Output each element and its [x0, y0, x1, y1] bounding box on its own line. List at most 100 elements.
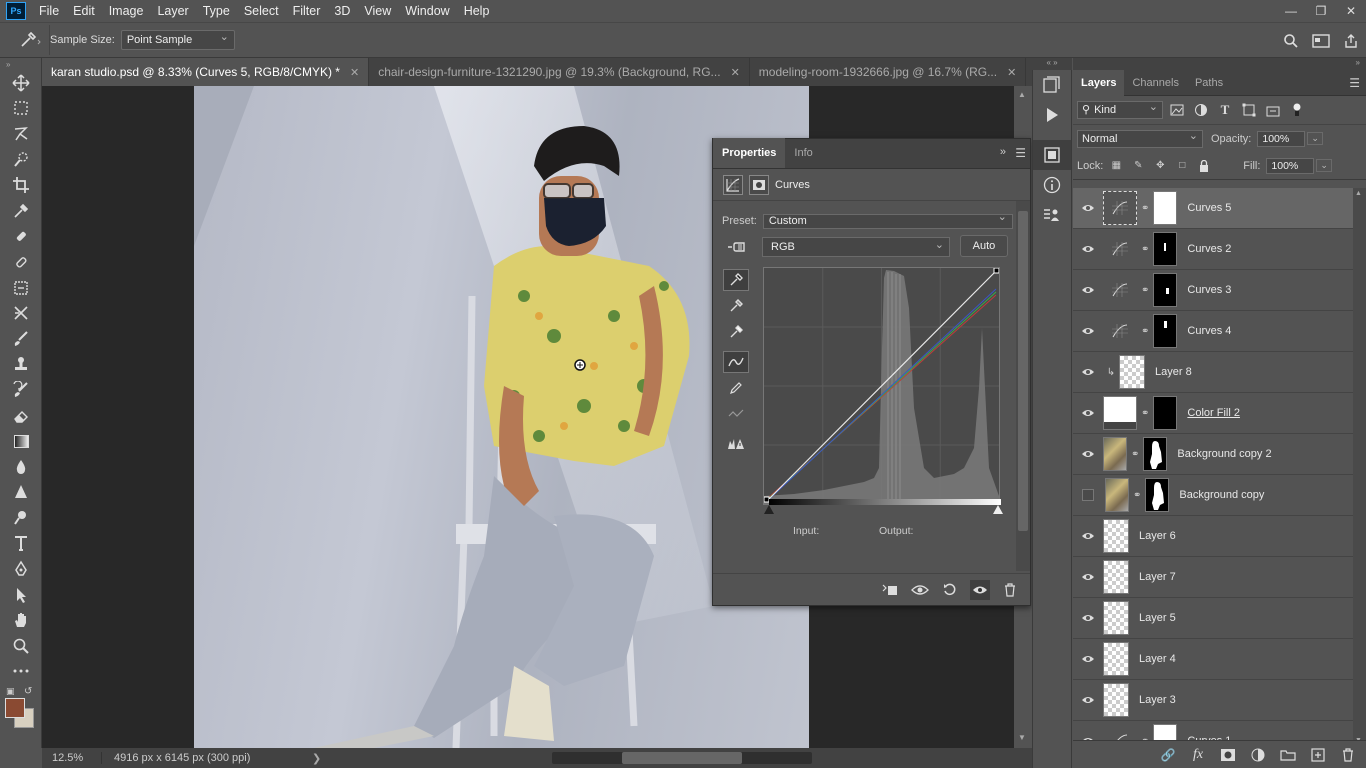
sample-white-point-icon[interactable] [723, 321, 749, 343]
menu-type[interactable]: Type [196, 0, 237, 22]
filter-type-icon[interactable]: T [1215, 100, 1235, 120]
layer-name[interactable]: Background copy 2 [1177, 448, 1271, 460]
status-menu-icon[interactable]: ❯ [312, 752, 321, 765]
actions-panel-icon[interactable] [1033, 100, 1071, 130]
layer-thumbnail[interactable] [1103, 560, 1129, 594]
link-icon[interactable]: ⚭ [1141, 408, 1149, 419]
layer-filter-kind-select[interactable]: ⚲ Kind [1077, 99, 1163, 119]
layer-name[interactable]: Color Fill 2 [1187, 407, 1240, 419]
menu-image[interactable]: Image [102, 0, 151, 22]
filter-adjustment-icon[interactable] [1191, 100, 1211, 120]
layer-mask-thumbnail[interactable] [1153, 191, 1178, 225]
layer-row-layer-3[interactable]: Layer 3 [1073, 680, 1353, 721]
close-icon[interactable]: ✕ [350, 66, 359, 79]
blend-mode-select[interactable]: Normal [1077, 128, 1203, 148]
new-adjustment-layer-icon[interactable] [1248, 745, 1268, 765]
layer-thumbnail[interactable] [1103, 601, 1129, 635]
doc-tab-modeling-room[interactable]: modeling-room-1932666.jpg @ 16.7% (RG...… [749, 58, 1027, 86]
panel-menu-icon[interactable]: ☰ [1349, 76, 1360, 90]
layer-row-curves-4[interactable]: ⚭ Curves 4 [1073, 311, 1353, 352]
restore-button[interactable]: ❐ [1306, 0, 1336, 22]
fill-field[interactable]: 100% [1266, 157, 1315, 174]
link-icon[interactable]: ⚭ [1141, 244, 1149, 255]
toolbar-collapse-icon[interactable]: » [0, 58, 41, 70]
history-brush-tool-icon[interactable] [0, 377, 42, 403]
marquee-tool-icon[interactable] [0, 96, 42, 122]
menu-window[interactable]: Window [398, 0, 456, 22]
type-tool-icon[interactable] [0, 531, 42, 557]
smooth-curve-icon[interactable] [723, 403, 749, 425]
filter-pixel-icon[interactable] [1167, 100, 1187, 120]
visibility-eye-icon[interactable] [1073, 572, 1103, 582]
link-icon[interactable]: ⚭ [1131, 449, 1139, 460]
properties-panel-icon[interactable] [1033, 140, 1071, 170]
target-adjustment-hand-icon[interactable] [723, 236, 749, 258]
share-icon[interactable] [1336, 26, 1366, 56]
swap-colors-icon[interactable]: ↺ [24, 686, 32, 697]
eraser-tool-icon[interactable] [0, 403, 42, 429]
close-window-button[interactable]: ✕ [1336, 0, 1366, 22]
crop-tool-icon[interactable] [0, 172, 42, 198]
layers-collapse-icon[interactable]: » [1073, 58, 1366, 70]
visibility-eye-icon[interactable] [1073, 244, 1103, 254]
zoom-tool-icon[interactable] [0, 633, 42, 659]
layer-row-color-fill-2[interactable]: ⚭ Color Fill 2 [1073, 393, 1353, 434]
tab-info[interactable]: Info [785, 138, 821, 168]
eyedropper-tool-icon[interactable] [0, 198, 42, 224]
visibility-eye-icon[interactable] [1073, 203, 1103, 213]
menu-edit[interactable]: Edit [66, 0, 102, 22]
tab-properties[interactable]: Properties [713, 138, 786, 168]
red-eye-tool-icon[interactable] [0, 300, 42, 326]
link-icon[interactable]: ⚭ [1141, 326, 1149, 337]
lock-all-icon[interactable] [1195, 157, 1213, 175]
dodge-tool-icon[interactable] [0, 480, 42, 506]
link-icon[interactable]: ⚭ [1133, 490, 1141, 501]
lasso-tool-icon[interactable] [0, 121, 42, 147]
workspace-icon[interactable] [1306, 26, 1336, 56]
view-previous-state-icon[interactable] [910, 580, 930, 600]
layer-row-layer-4[interactable]: Layer 4 [1073, 639, 1353, 680]
visibility-eye-icon[interactable] [1073, 654, 1103, 664]
close-icon[interactable]: ✕ [1007, 66, 1016, 79]
delete-layer-icon[interactable] [1338, 745, 1358, 765]
layer-row-curves-2[interactable]: ⚭ Curves 2 [1073, 229, 1353, 270]
minimize-button[interactable]: — [1276, 0, 1306, 22]
menu-layer[interactable]: Layer [150, 0, 195, 22]
tool-preset-picker[interactable] [10, 25, 50, 55]
toggle-visibility-icon[interactable] [970, 579, 990, 600]
layer-mask-thumbnail[interactable] [1153, 273, 1178, 307]
new-group-icon[interactable] [1278, 745, 1298, 765]
visibility-eye-icon[interactable] [1073, 449, 1103, 459]
healing-brush-tool-icon[interactable] [0, 224, 42, 250]
close-icon[interactable]: ✕ [731, 66, 740, 79]
layer-mask-thumbnail[interactable] [1143, 437, 1168, 471]
clone-stamp-tool-icon[interactable] [0, 352, 42, 378]
zoom-level[interactable]: 12.5% [42, 752, 102, 764]
tab-paths[interactable]: Paths [1187, 70, 1231, 96]
doc-tab-karan-studio[interactable]: karan studio.psd @ 8.33% (Curves 5, RGB/… [42, 58, 370, 86]
brush-tool-icon[interactable] [0, 326, 42, 352]
info-panel-icon[interactable] [1033, 170, 1071, 200]
history-panel-icon[interactable] [1033, 70, 1071, 100]
layer-thumbnail[interactable] [1103, 642, 1129, 676]
visibility-eye-icon[interactable] [1073, 367, 1103, 377]
lock-position-icon[interactable]: ✥ [1151, 157, 1169, 175]
visibility-eye-icon[interactable] [1073, 326, 1103, 336]
photo-thumbnail[interactable] [1103, 437, 1127, 471]
more-tools-icon[interactable] [0, 659, 42, 685]
channel-select[interactable]: RGB [762, 236, 950, 257]
layer-name[interactable]: Layer 8 [1155, 366, 1192, 378]
opacity-dropdown-icon[interactable]: ⌄ [1307, 132, 1323, 145]
layer-name[interactable]: Layer 3 [1139, 694, 1176, 706]
menu-file[interactable]: File [32, 0, 66, 22]
panel-menu-icon[interactable]: ☰ [1015, 146, 1026, 160]
lock-transparent-pixels-icon[interactable]: ▦ [1107, 157, 1125, 175]
layer-row-background-copy-2[interactable]: ⚭ Background copy 2 [1073, 434, 1353, 475]
menu-view[interactable]: View [357, 0, 398, 22]
photo-thumbnail[interactable] [1105, 478, 1129, 512]
color-fill-thumbnail[interactable] [1103, 396, 1137, 430]
fill-dropdown-icon[interactable]: ⌄ [1316, 159, 1332, 172]
edit-points-curve-icon[interactable] [723, 351, 749, 373]
visibility-eye-icon[interactable] [1073, 285, 1103, 295]
layer-row-layer-7[interactable]: Layer 7 [1073, 557, 1353, 598]
